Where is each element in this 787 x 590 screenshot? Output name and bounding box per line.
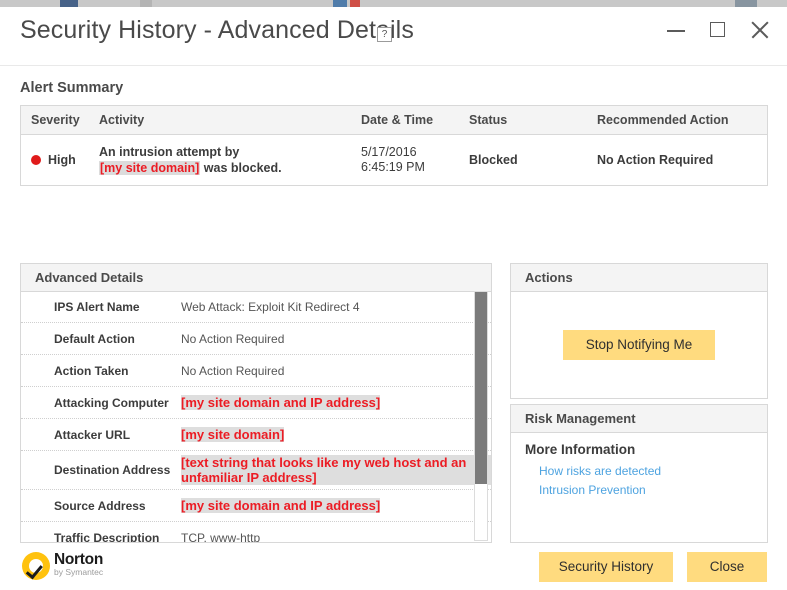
risk-management-body: More Information How risks are detected … [511,432,767,542]
alert-summary-table: Severity Activity Date & Time Status Rec… [20,105,768,186]
taskbar-item [350,0,360,7]
advanced-details-window: Security History - Advanced Details ? Al… [0,7,787,582]
window-titlebar: Security History - Advanced Details ? [0,7,787,65]
detail-row: Source Address [my site domain and IP add… [21,490,491,522]
alert-summary-heading: Alert Summary [20,80,124,96]
detail-label: Action Taken [54,363,129,378]
taskbar-item [60,0,78,7]
column-header-datetime: Date & Time [361,113,434,127]
norton-checkmark-icon [22,552,50,580]
table-header-row: Severity Activity Date & Time Status Rec… [21,106,767,135]
cell-severity: High [21,153,99,167]
window-title: Security History - Advanced Details [20,16,414,44]
detail-label: Attacker URL [54,427,131,442]
help-button[interactable]: ? [377,27,392,42]
detail-value-redacted: [my site domain] [181,427,285,442]
alert-time: 6:45:19 PM [361,160,425,174]
severity-label: High [48,153,76,167]
details-scrollbar-thumb[interactable] [475,292,487,484]
detail-value-redacted: [my site domain and IP address] [181,498,381,513]
brand-name: Norton [54,551,103,568]
detail-value: No Action Required [181,363,285,378]
link-how-risks-are-detected[interactable]: How risks are detected [539,464,767,478]
risk-management-panel: Risk Management More Information How ris… [510,404,768,543]
cell-activity: An intrusion attempt by [my site domain]… [99,145,361,176]
taskbar-item [333,0,347,7]
window-content: Alert Summary Severity Activity Date & T… [0,65,787,582]
detail-row: Attacker URL [my site domain] [21,419,491,451]
detail-row: Destination Address [text string that loo… [21,451,491,490]
detail-label: Attacking Computer [54,395,169,410]
column-header-severity: Severity [31,113,80,127]
minimize-icon[interactable] [665,19,687,41]
norton-logo: Norton by Symantec [22,552,103,580]
table-row[interactable]: High An intrusion attempt by [my site do… [21,135,767,185]
activity-line-1: An intrusion attempt by [99,144,240,159]
advanced-details-list: IPS Alert Name Web Attack: Exploit Kit Re… [21,291,491,542]
detail-label: Traffic Description [54,531,160,542]
window-controls [665,19,771,41]
detail-label: Default Action [54,331,135,346]
cell-status: Blocked [469,153,518,167]
actions-title: Actions [511,264,767,292]
footer-buttons: Security History Close [539,552,767,582]
actions-panel: Actions Stop Notifying Me [510,263,768,399]
column-header-activity: Activity [99,113,145,127]
detail-row: Attacking Computer [my site domain and IP… [21,387,491,419]
detail-label: Destination Address [54,463,171,477]
detail-value: Web Attack: Exploit Kit Redirect 4 [181,299,360,314]
severity-dot-icon [31,155,41,165]
close-button[interactable]: Close [687,552,767,582]
detail-label: IPS Alert Name [54,299,140,314]
alert-date: 5/17/2016 [361,145,417,159]
detail-row: Traffic Description TCP, www-http [21,522,491,542]
window-footer: Norton by Symantec Security History Clos… [0,543,787,590]
activity-line-2: [my site domain] was blocked. [99,160,361,176]
redacted-domain: [my site domain] [99,160,201,175]
column-header-recommended-action: Recommended Action [597,113,729,127]
taskbar-item [140,0,152,7]
cell-recommended-action: No Action Required [597,153,714,167]
link-intrusion-prevention[interactable]: Intrusion Prevention [539,483,767,497]
activity-line-2-tail: was blocked. [200,160,282,175]
risk-management-title: Risk Management [511,405,767,433]
brand-tagline: by Symantec [54,567,104,577]
detail-value: No Action Required [181,331,285,346]
detail-row: IPS Alert Name Web Attack: Exploit Kit Re… [21,291,491,323]
details-scrollbar-track[interactable] [474,291,488,541]
cell-datetime: 5/17/2016 6:45:19 PM [361,145,469,175]
detail-value: TCP, www-http [181,531,261,542]
detail-value-redacted: [my site domain and IP address] [181,395,381,410]
detail-label: Source Address [54,498,146,513]
detail-row: Default Action No Action Required [21,323,491,355]
more-information-heading: More Information [525,442,636,457]
taskbar-item [735,0,757,7]
stop-notifying-me-button[interactable]: Stop Notifying Me [563,329,715,360]
maximize-icon[interactable] [707,19,729,41]
advanced-details-title: Advanced Details [21,264,491,292]
actions-body: Stop Notifying Me [511,291,767,398]
detail-value-redacted: [text string that looks like my web host… [181,455,491,485]
close-icon[interactable] [749,19,771,41]
advanced-details-panel: Advanced Details IPS Alert Name Web Attac… [20,263,492,543]
column-header-status: Status [469,113,508,127]
security-history-button[interactable]: Security History [539,552,673,582]
detail-row: Action Taken No Action Required [21,355,491,387]
